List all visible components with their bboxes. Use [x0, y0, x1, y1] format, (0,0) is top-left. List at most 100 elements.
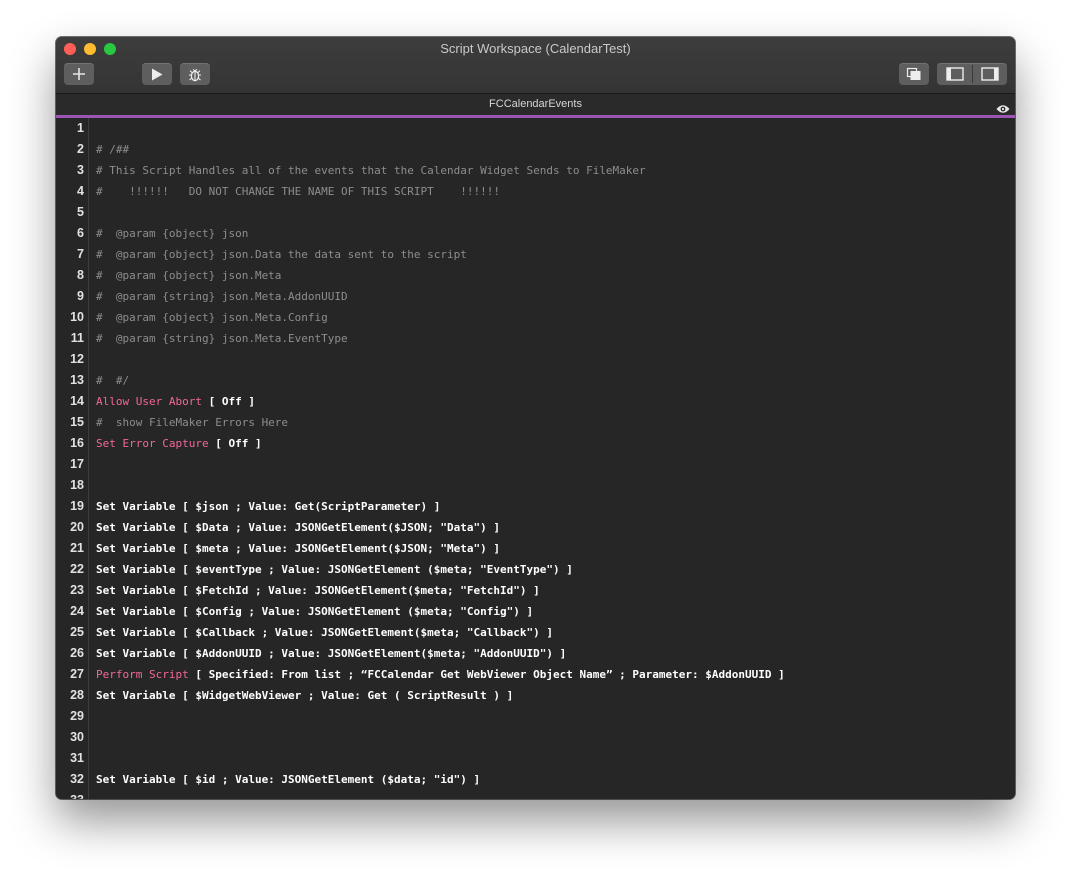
line-number: 30 — [70, 730, 84, 744]
script-line[interactable]: 12 — [56, 350, 1015, 371]
script-line[interactable]: 14 Allow User Abort [ Off ] — [56, 392, 1015, 413]
new-script-button[interactable] — [64, 63, 94, 85]
step-parameters: Set Variable [ $AddonUUID ; Value: JSONG… — [96, 647, 567, 660]
script-line[interactable]: 32 Set Variable [ $id ; Value: JSONGetEle… — [56, 770, 1015, 791]
script-line[interactable]: 11 # @param {string} json.Meta.EventType — [56, 329, 1015, 350]
script-line[interactable]: 13 # #/ — [56, 371, 1015, 392]
script-step: # @param {object} json — [96, 227, 248, 240]
comment-text: # @param {object} json — [96, 227, 249, 240]
step-parameters: Set Variable [ $FetchId ; Value: JSONGet… — [96, 584, 540, 597]
comment-text: # This Script Handles all of the events … — [96, 164, 646, 177]
script-line[interactable]: 20 Set Variable [ $Data ; Value: JSONGetE… — [56, 518, 1015, 539]
line-number: 27 — [70, 667, 84, 681]
step-parameters: Set Variable [ $Config ; Value: JSONGetE… — [96, 605, 534, 618]
step-parameters: Set Variable [ $Data ; Value: JSONGetEle… — [96, 521, 500, 534]
script-line[interactable]: 4 # !!!!!! DO NOT CHANGE THE NAME OF THIS… — [56, 182, 1015, 203]
script-line[interactable]: 10 # @param {object} json.Meta.Config — [56, 308, 1015, 329]
debug-script-button[interactable] — [180, 63, 210, 85]
comment-text: # show FileMaker Errors Here — [96, 416, 289, 429]
line-number: 2 — [77, 142, 84, 156]
script-line[interactable]: 24 Set Variable [ $Config ; Value: JSONGe… — [56, 602, 1015, 623]
script-line[interactable]: 31 — [56, 749, 1015, 770]
script-editor[interactable]: 1 2 # /## 3 # This Script Handles all of the… — [56, 118, 1015, 799]
script-line[interactable]: 26 Set Variable [ $AddonUUID ; Value: JSO… — [56, 644, 1015, 665]
script-line[interactable]: 25 Set Variable [ $Callback ; Value: JSON… — [56, 623, 1015, 644]
script-line[interactable]: 27 Perform Script [ Specified: From list … — [56, 665, 1015, 686]
script-step: Set Variable [ $eventType ; Value: JSONG… — [96, 563, 573, 576]
line-number: 33 — [56, 793, 84, 799]
script-line[interactable]: 3 # This Script Handles all of the events… — [56, 161, 1015, 182]
script-line[interactable]: 21 Set Variable [ $meta ; Value: JSONGetE… — [56, 539, 1015, 560]
line-number: 11 — [70, 331, 84, 345]
line-number: 7 — [77, 247, 84, 261]
step-keyword: Perform Script — [96, 668, 189, 681]
script-tab-bar: FCCalendarEvents — [56, 94, 1015, 115]
script-step: Set Variable [ $FetchId ; Value: JSONGet… — [96, 584, 540, 597]
windows-button[interactable] — [899, 63, 929, 85]
line-number: 25 — [70, 625, 84, 639]
script-line[interactable]: 7 # @param {object} json.Data the data se… — [56, 245, 1015, 266]
script-line[interactable]: 19 Set Variable [ $json ; Value: Get(Scri… — [56, 497, 1015, 518]
play-icon — [152, 68, 163, 80]
comment-text: # /## — [96, 143, 130, 156]
script-line[interactable]: 22 Set Variable [ $eventType ; Value: JSO… — [56, 560, 1015, 581]
line-number: 9 — [77, 289, 84, 303]
line-number: 10 — [70, 310, 84, 324]
script-line[interactable]: 23 Set Variable [ $FetchId ; Value: JSONG… — [56, 581, 1015, 602]
step-parameters: [ Specified: From list ; “FCCalendar Get… — [188, 668, 785, 681]
script-line[interactable]: 29 — [56, 707, 1015, 728]
panel-toggle-group — [937, 63, 1007, 85]
script-line[interactable]: 6 # @param {object} json — [56, 224, 1015, 245]
line-number: 12 — [70, 352, 84, 366]
step-parameters: Set Variable [ $Callback ; Value: JSONGe… — [96, 626, 553, 639]
script-line[interactable]: 5 — [56, 203, 1015, 224]
script-line[interactable]: 16 Set Error Capture [ Off ] — [56, 434, 1015, 455]
script-step: Set Variable [ $Config ; Value: JSONGetE… — [96, 605, 533, 618]
script-line[interactable]: 30 — [56, 728, 1015, 749]
title-bar: Script Workspace (CalendarTest) — [56, 37, 1015, 94]
script-line[interactable]: 8 # @param {object} json.Meta — [56, 266, 1015, 287]
line-number: 32 — [70, 772, 84, 786]
script-line[interactable]: 33 — [56, 791, 1015, 799]
line-number: 26 — [70, 646, 84, 660]
script-step: Set Variable [ $meta ; Value: JSONGetEle… — [96, 542, 500, 555]
script-step: # show FileMaker Errors Here — [96, 416, 288, 429]
script-step: Set Variable [ $Data ; Value: JSONGetEle… — [96, 521, 500, 534]
script-step: # This Script Handles all of the events … — [96, 164, 646, 177]
script-line[interactable]: 18 — [56, 476, 1015, 497]
line-number: 8 — [77, 268, 84, 282]
script-step: Perform Script [ Specified: From list ; … — [96, 668, 785, 681]
script-tab-title[interactable]: FCCalendarEvents — [56, 98, 1015, 110]
step-parameters: Set Variable [ $json ; Value: Get(Script… — [96, 500, 441, 513]
step-parameters: Set Variable [ $id ; Value: JSONGetEleme… — [96, 773, 481, 786]
script-workspace-window: Script Workspace (CalendarTest) FCCalend… — [56, 37, 1015, 799]
bug-icon — [189, 68, 201, 81]
comment-text: # !!!!!! DO NOT CHANGE THE NAME OF THIS … — [96, 185, 500, 198]
comment-text: # @param {object} json.Meta — [96, 269, 282, 282]
step-parameters: [ Off ] — [201, 395, 255, 408]
line-number: 4 — [77, 184, 84, 198]
toggle-right-panel-button[interactable] — [972, 63, 1007, 85]
script-line[interactable]: 28 Set Variable [ $WidgetWebViewer ; Valu… — [56, 686, 1015, 707]
step-keyword: Set Error Capture — [96, 437, 209, 450]
line-number: 16 — [70, 436, 84, 450]
script-step: Allow User Abort [ Off ] — [96, 395, 255, 408]
sidebar-left-icon — [945, 67, 964, 81]
line-number: 23 — [70, 583, 84, 597]
line-number: 18 — [70, 478, 84, 492]
line-number: 20 — [70, 520, 84, 534]
line-number: 1 — [77, 121, 84, 135]
step-parameters: Set Variable [ $WidgetWebViewer ; Value:… — [96, 689, 514, 702]
toggle-left-panel-button[interactable] — [937, 63, 972, 85]
script-line[interactable]: 2 # /## — [56, 140, 1015, 161]
line-number: 6 — [77, 226, 84, 240]
run-script-button[interactable] — [142, 63, 172, 85]
line-number: 19 — [70, 499, 84, 513]
script-step: Set Variable [ $AddonUUID ; Value: JSONG… — [96, 647, 566, 660]
script-line[interactable]: 17 — [56, 455, 1015, 476]
script-line[interactable]: 1 — [56, 119, 1015, 140]
script-line[interactable]: 15 # show FileMaker Errors Here — [56, 413, 1015, 434]
comment-text: # @param {string} json.Meta.AddonUUID — [96, 290, 348, 303]
script-step: Set Variable [ $Callback ; Value: JSONGe… — [96, 626, 553, 639]
script-line[interactable]: 9 # @param {string} json.Meta.AddonUUID — [56, 287, 1015, 308]
